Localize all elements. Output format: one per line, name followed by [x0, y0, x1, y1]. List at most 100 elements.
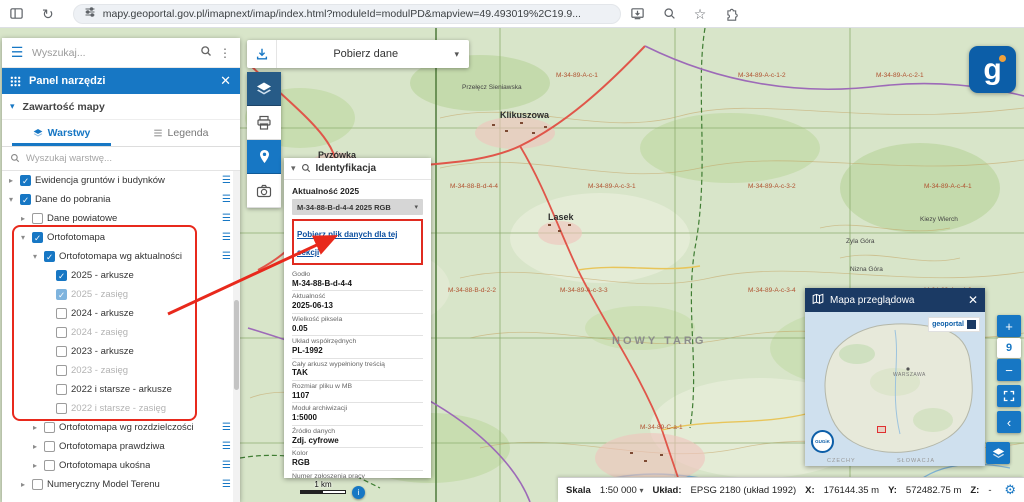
attribute-row: Cały arkusz wypełniony treściąTAK [292, 359, 423, 381]
layer-visibility-checkbox[interactable] [44, 422, 55, 433]
more-options-icon[interactable]: ⋮ [219, 46, 231, 60]
panel-scrollbar-thumb[interactable] [234, 300, 239, 390]
layer-tree-row[interactable]: 2022 i starsze - zasięg [2, 399, 240, 418]
map-content-section-header[interactable]: ▾ Zawartość mapy [2, 94, 240, 120]
identify-panel-header[interactable]: ▾ Identyfikacja [284, 158, 431, 180]
site-settings-icon[interactable] [84, 5, 96, 23]
geoportal-logo[interactable]: g [969, 46, 1016, 93]
identify-tool-button[interactable] [247, 140, 281, 174]
expand-icon[interactable]: ▸ [30, 423, 40, 432]
collapse-icon[interactable]: ▾ [18, 233, 28, 242]
expand-icon[interactable]: ▸ [18, 480, 28, 489]
collapse-icon[interactable]: ▾ [6, 195, 16, 204]
layers-icon [256, 81, 272, 97]
layer-tree: ▸✓Ewidencja gruntów i budynków☰▾✓Dane do… [2, 171, 240, 502]
search-icon[interactable] [200, 44, 212, 62]
layer-tree-row[interactable]: ▸Ortofotomapa prawdziwa☰ [2, 437, 240, 456]
global-search-input[interactable] [32, 47, 200, 59]
expand-icon[interactable]: ▸ [30, 461, 40, 470]
layer-tree-row[interactable]: ▸Ortofotomapa ukośna☰ [2, 456, 240, 475]
layer-visibility-checkbox[interactable]: ✓ [20, 194, 31, 205]
current-extent-rect[interactable] [877, 426, 886, 433]
layer-visibility-checkbox[interactable] [56, 384, 67, 395]
screenshot-tool-button[interactable] [247, 174, 281, 208]
scale-select[interactable]: 1:50 000 ▾ [600, 485, 644, 496]
extensions-icon[interactable] [724, 7, 738, 21]
overview-map-header[interactable]: Mapa przeglądowa ✕ [805, 288, 985, 312]
layer-visibility-checkbox[interactable] [44, 441, 55, 452]
tab-legenda[interactable]: Legenda [121, 120, 240, 146]
zoom-in-button[interactable]: + [997, 315, 1021, 337]
close-icon[interactable]: ✕ [968, 293, 978, 307]
layer-visibility-checkbox[interactable] [56, 327, 67, 338]
url-text[interactable]: mapy.geoportal.gov.pl/imapnext/imap/inde… [103, 8, 581, 20]
layer-tree-row[interactable]: 2024 - zasięg [2, 323, 240, 342]
layer-tree-row[interactable]: ▸Numeryczny Model Terenu☰ [2, 475, 240, 494]
layer-tree-row[interactable]: 2023 - arkusze [2, 342, 240, 361]
attribution-info-button[interactable]: i [352, 486, 365, 499]
overview-country-label: SŁOWACJA [897, 458, 935, 464]
layer-visibility-checkbox[interactable] [56, 346, 67, 357]
menu-hamburger-icon[interactable]: ☰ [2, 44, 32, 61]
fullscreen-button[interactable] [997, 385, 1021, 407]
bookmark-star-icon[interactable]: ☆ [694, 7, 707, 21]
zoom-out-button[interactable]: − [997, 359, 1021, 381]
tools-panel-header: Panel narzędzi ✕ [2, 68, 240, 94]
gear-icon[interactable]: ⚙ [1004, 482, 1016, 498]
layer-tree-row[interactable]: 2022 i starsze - arkusze [2, 380, 240, 399]
collapse-icon[interactable]: ▾ [10, 101, 15, 112]
attribute-row: Wielkość piksela0.05 [292, 314, 423, 336]
layer-visibility-checkbox[interactable]: ✓ [20, 175, 31, 186]
expand-icon[interactable]: ▸ [18, 214, 28, 223]
attribute-value: TAK [292, 368, 423, 378]
basemap-switch-button[interactable] [986, 442, 1010, 464]
layer-tree-row[interactable]: 2024 - arkusze [2, 304, 240, 323]
layer-visibility-checkbox[interactable] [56, 403, 67, 414]
layer-tree-row[interactable]: ▸Ortofotomapa wg rozdzielczości☰ [2, 418, 240, 437]
layer-visibility-checkbox[interactable]: ✓ [56, 270, 67, 281]
overview-map-body[interactable]: WARSZAWA CZECHY SŁOWACJA geoportal GUGiK [805, 312, 985, 466]
collapse-icon[interactable]: ▾ [291, 163, 296, 174]
expand-icon[interactable]: ▸ [30, 442, 40, 451]
layer-tree-row[interactable]: ▾✓Ortofotomapa wg aktualności☰ [2, 247, 240, 266]
layer-tree-row[interactable]: ▸Dane powiatowe☰ [2, 209, 240, 228]
sheet-select[interactable]: M-34-88-B-d-4-4 2025 RGB ▾ [292, 199, 423, 215]
x-coordinate: 176144.35 m [824, 485, 879, 496]
layer-tree-row[interactable]: ✓2025 - arkusze [2, 266, 240, 285]
overview-city-label: WARSZAWA [893, 372, 926, 378]
download-file-link[interactable]: Pobierz plik danych dla tej sekcji [297, 230, 397, 257]
layer-visibility-checkbox[interactable] [32, 213, 43, 224]
map-viewport: PyzówkaKlikuszowaLasekNOWY TARGPrzełęcz … [0, 28, 1024, 502]
layer-tree-row[interactable]: 2023 - zasięg [2, 361, 240, 380]
layer-label: 2022 i starsze - zasięg [71, 403, 166, 414]
side-panel-icon[interactable] [9, 6, 24, 21]
layer-visibility-checkbox[interactable] [44, 460, 55, 471]
collapse-icon[interactable]: ▾ [30, 252, 40, 261]
zoom-icon[interactable] [663, 7, 676, 20]
tab-warstwy[interactable]: Warstwy [2, 120, 121, 146]
print-tool-button[interactable] [247, 106, 281, 140]
expand-icon[interactable]: ▸ [6, 176, 16, 185]
gugik-badge: GUGiK [811, 430, 834, 453]
layer-tree-row[interactable]: ✓2025 - zasięg [2, 285, 240, 304]
layer-visibility-checkbox[interactable]: ✓ [56, 289, 67, 300]
identify-panel: ▾ Identyfikacja Aktualność 2025 M-34-88-… [284, 158, 431, 478]
layer-tree-row[interactable]: ▾✓Dane do pobrania☰ [2, 190, 240, 209]
layer-visibility-checkbox[interactable]: ✓ [44, 251, 55, 262]
layer-tree-row[interactable]: ▸✓Ewidencja gruntów i budynków☰ [2, 171, 240, 190]
layer-visibility-checkbox[interactable] [56, 365, 67, 376]
close-icon[interactable]: ✕ [220, 73, 231, 89]
address-bar[interactable]: mapy.geoportal.gov.pl/imapnext/imap/inde… [73, 4, 621, 24]
download-data-bar[interactable]: Pobierz dane ▾ [247, 40, 469, 68]
chevron-down-icon[interactable]: ▾ [454, 49, 459, 60]
previous-view-button[interactable]: ‹ [997, 411, 1021, 433]
layer-search-input[interactable] [26, 153, 232, 164]
layer-tree-row[interactable]: ▾✓Ortofotomapa☰ [2, 228, 240, 247]
layer-visibility-checkbox[interactable] [56, 308, 67, 319]
attribute-value: PL-1992 [292, 346, 423, 356]
install-app-icon[interactable] [630, 6, 645, 21]
refresh-icon[interactable]: ↻ [42, 7, 54, 21]
layers-tool-button[interactable] [247, 72, 281, 106]
layer-visibility-checkbox[interactable]: ✓ [32, 232, 43, 243]
layer-visibility-checkbox[interactable] [32, 479, 43, 490]
